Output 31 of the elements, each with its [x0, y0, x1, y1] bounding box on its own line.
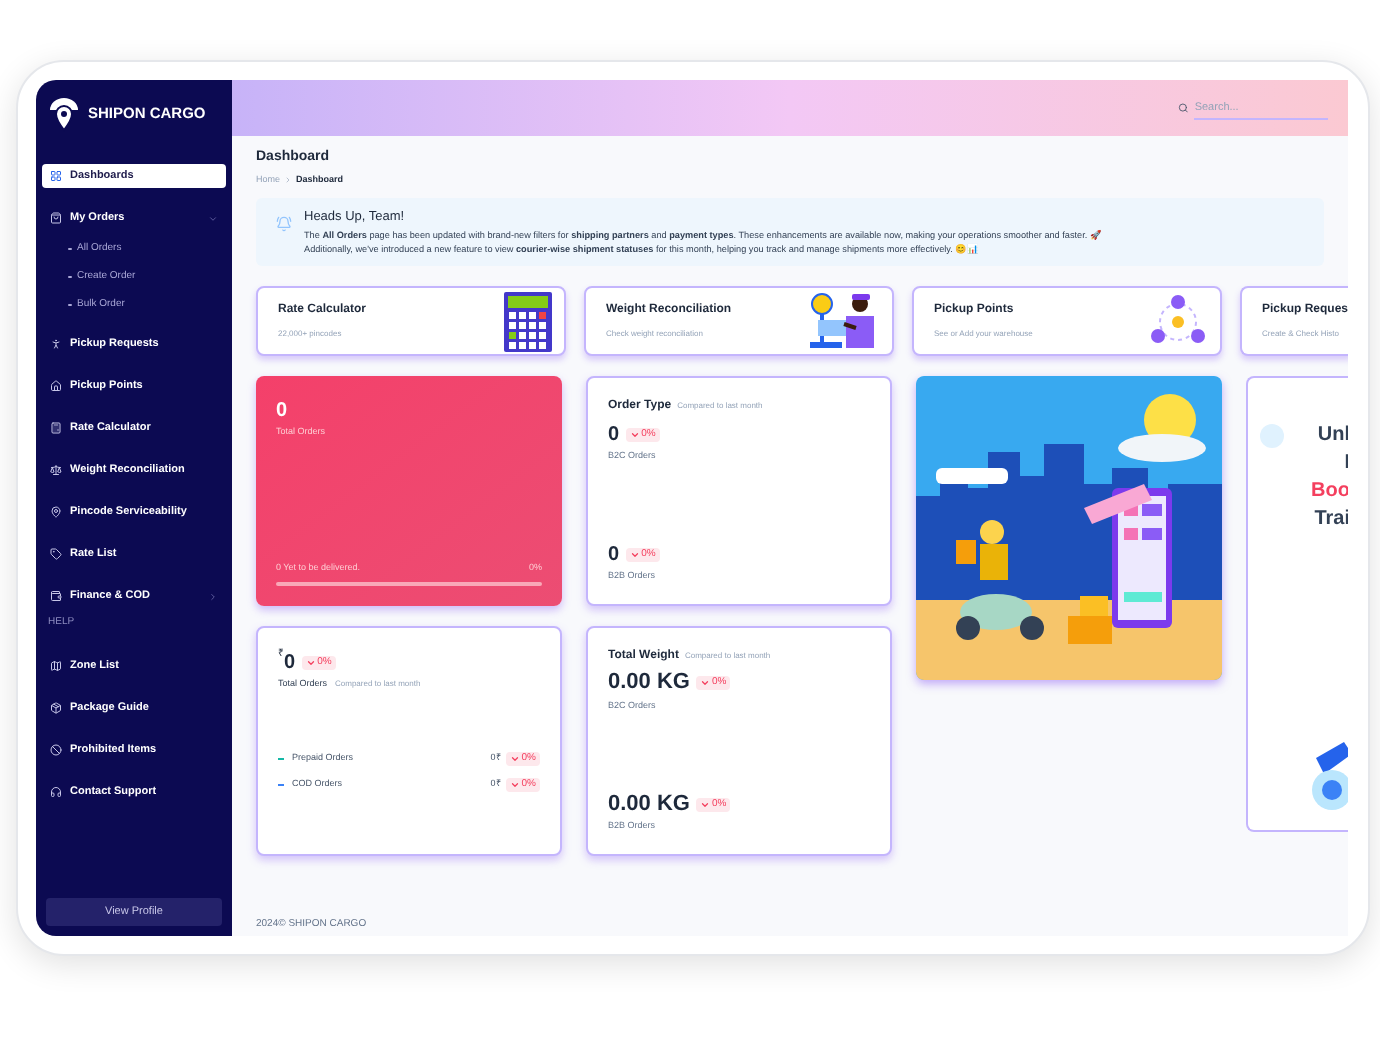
- house-icon: [50, 380, 62, 392]
- map-icon: [50, 660, 62, 672]
- person-icon: [50, 338, 62, 350]
- map-pin-icon: [50, 506, 62, 518]
- bell-icon: [276, 216, 292, 233]
- stat-value: 0.00 KG: [608, 668, 690, 698]
- caret-icon: [208, 591, 218, 601]
- search-icon: [1178, 102, 1189, 114]
- stat-value: 0: [608, 422, 620, 450]
- calculator-drawing: [504, 291, 552, 351]
- robot-drawing: [1308, 738, 1348, 810]
- stat-value: 0: [608, 542, 620, 571]
- caret-icon: [208, 213, 218, 223]
- person-with-scale-drawing: [808, 288, 880, 354]
- promo-text: Unl: [1317, 422, 1348, 448]
- grid-icon: [50, 170, 62, 182]
- connected-dots-drawing: [1148, 293, 1208, 349]
- promo-text: I: [1344, 450, 1348, 476]
- package-icon: [50, 702, 62, 714]
- logo-icon: [46, 96, 82, 132]
- scale-icon: [50, 464, 62, 476]
- calculator-icon: [50, 422, 62, 434]
- ban-icon: [50, 744, 62, 756]
- tag-icon: [50, 548, 62, 560]
- stat-value: 0: [284, 650, 296, 678]
- bag-icon: [50, 212, 62, 224]
- wallet-icon: [50, 590, 62, 602]
- stat-value: 0: [276, 398, 290, 426]
- promo-text: Trai: [1314, 506, 1348, 532]
- headset-icon: [50, 786, 62, 798]
- stat-value: 0.00 KG: [608, 789, 690, 820]
